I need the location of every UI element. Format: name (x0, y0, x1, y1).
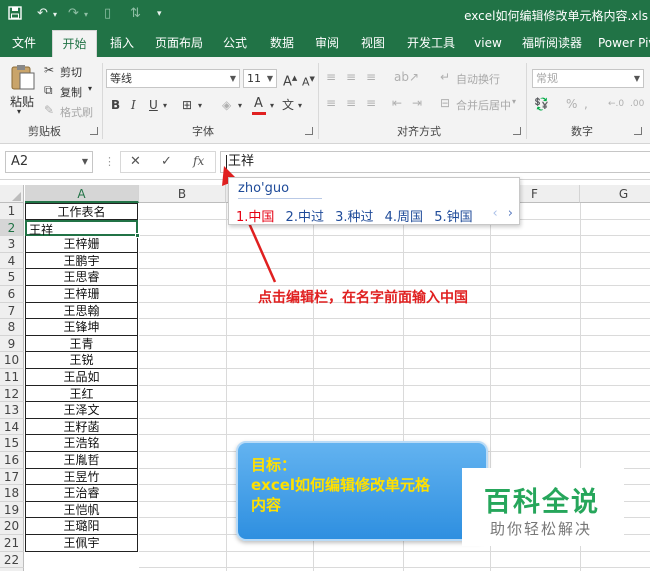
ime-page-nav: ‹ › (492, 206, 513, 221)
ime-pinyin: zho'guo (238, 181, 290, 196)
goal-callout: 目标： excel如何编辑修改单元格 内容 (236, 441, 488, 541)
ime-candidate[interactable]: 5.钟国 (434, 210, 472, 225)
ime-candidate[interactable]: 4.周国 (385, 210, 423, 225)
ime-pinyin-underline (238, 198, 322, 199)
watermark-slogan: 助你轻松解决 (490, 520, 593, 538)
watermark-brand: 百科全说 (484, 487, 600, 518)
ime-candidates: 1.中国 2.中过 3.种过 4.周国 5.钟国 (236, 206, 480, 225)
ime-next-page-icon[interactable]: › (508, 206, 513, 221)
ime-candidate-window[interactable]: zho'guo 1.中国 2.中过 3.种过 4.周国 5.钟国 ‹ › (228, 177, 520, 225)
ime-candidate[interactable]: 2.中过 (286, 210, 324, 225)
annotation-text: 点击编辑栏，在名字前面输入中国 (258, 290, 468, 306)
goal-line: excel如何编辑修改单元格 (251, 476, 431, 494)
goal-line: 目标： (251, 456, 297, 474)
goal-line: 内容 (251, 496, 282, 514)
ime-prev-page-icon[interactable]: ‹ (492, 206, 497, 221)
ime-candidate[interactable]: 1.中国 (236, 210, 274, 225)
watermark-logo: 百科全说 助你轻松解决 (462, 468, 624, 546)
ime-candidate[interactable]: 3.种过 (335, 210, 373, 225)
